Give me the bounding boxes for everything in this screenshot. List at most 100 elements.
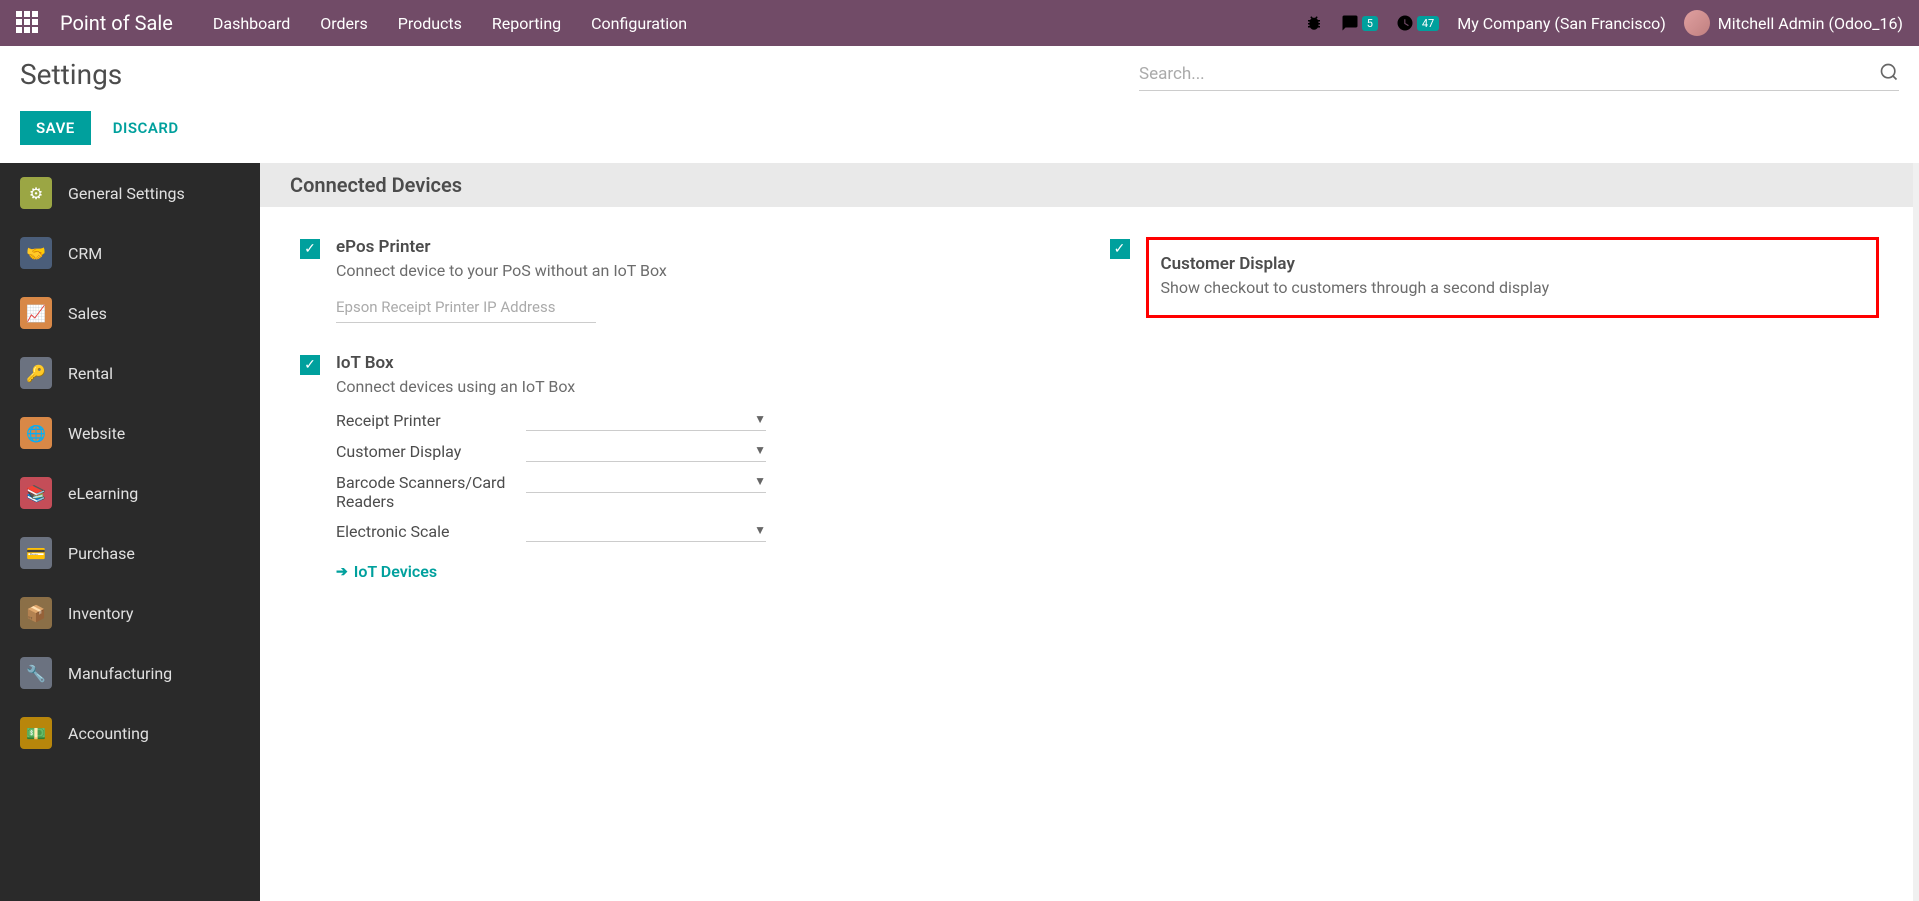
setting-iotbox: ✓ IoT Box Connect devices using an IoT B…: [300, 353, 1070, 581]
iot-row-scale: Electronic Scale ▼: [336, 519, 1070, 542]
nav-dashboard[interactable]: Dashboard: [213, 14, 290, 33]
nav-reporting[interactable]: Reporting: [492, 14, 561, 33]
sidebar-label: Inventory: [68, 604, 134, 623]
content-area: Connected Devices ✓ ePos Printer Connect…: [260, 163, 1919, 901]
setting-info: ePos Printer Connect device to your PoS …: [336, 237, 1070, 323]
chevron-down-icon: ▼: [754, 412, 766, 426]
nav-products[interactable]: Products: [398, 14, 462, 33]
app-title[interactable]: Point of Sale: [60, 11, 173, 35]
sidebar: ⚙ General Settings 🤝 CRM 📈 Sales 🔑 Renta…: [0, 163, 260, 901]
settings-col-left: ✓ ePos Printer Connect device to your Po…: [300, 237, 1070, 611]
action-buttons: SAVE DISCARD: [20, 111, 1899, 163]
barcode-select[interactable]: ▼: [526, 470, 766, 493]
nav-menu: Dashboard Orders Products Reporting Conf…: [213, 14, 687, 33]
book-icon: 📚: [20, 477, 52, 509]
avatar: [1684, 10, 1710, 36]
iot-devices-link[interactable]: ➔ IoT Devices: [336, 562, 1070, 581]
link-label: IoT Devices: [354, 562, 437, 581]
iot-row-barcode: Barcode Scanners/Card Readers ▼: [336, 470, 1070, 511]
sidebar-item-rental[interactable]: 🔑 Rental: [0, 343, 260, 403]
key-icon: 🔑: [20, 357, 52, 389]
chart-icon: 📈: [20, 297, 52, 329]
sidebar-label: General Settings: [68, 184, 185, 203]
sidebar-item-manufacturing[interactable]: 🔧 Manufacturing: [0, 643, 260, 703]
sidebar-label: Manufacturing: [68, 664, 172, 683]
sidebar-label: CRM: [68, 244, 102, 263]
chat-badge: 5: [1362, 16, 1378, 31]
settings-content: ✓ ePos Printer Connect device to your Po…: [260, 207, 1919, 641]
arrow-right-icon: ➔: [336, 564, 348, 580]
setting-title: ePos Printer: [336, 237, 1070, 257]
sidebar-item-website[interactable]: 🌐 Website: [0, 403, 260, 463]
sidebar-item-sales[interactable]: 📈 Sales: [0, 283, 260, 343]
money-icon: 💵: [20, 717, 52, 749]
setting-epos: ✓ ePos Printer Connect device to your Po…: [300, 237, 1070, 323]
chevron-down-icon: ▼: [754, 523, 766, 537]
sidebar-label: eLearning: [68, 484, 138, 503]
setting-title: IoT Box: [336, 353, 1070, 373]
scrollbar[interactable]: [1913, 163, 1919, 901]
globe-icon: 🌐: [20, 417, 52, 449]
sidebar-label: Accounting: [68, 724, 149, 743]
sidebar-label: Website: [68, 424, 125, 443]
search-icon[interactable]: [1879, 62, 1899, 87]
sidebar-item-elearning[interactable]: 📚 eLearning: [0, 463, 260, 523]
chevron-down-icon: ▼: [754, 474, 766, 488]
company-selector[interactable]: My Company (San Francisco): [1457, 14, 1666, 33]
user-menu[interactable]: Mitchell Admin (Odoo_16): [1684, 10, 1903, 36]
iot-row-receipt: Receipt Printer ▼: [336, 408, 1070, 431]
sidebar-item-accounting[interactable]: 💵 Accounting: [0, 703, 260, 763]
iot-label: Barcode Scanners/Card Readers: [336, 470, 526, 511]
gear-icon: ⚙: [20, 177, 52, 209]
bug-icon[interactable]: [1305, 14, 1323, 32]
iot-label: Electronic Scale: [336, 519, 526, 541]
setting-info: IoT Box Connect devices using an IoT Box…: [336, 353, 1070, 581]
iot-fields: Receipt Printer ▼ Customer Display ▼: [336, 408, 1070, 542]
sidebar-item-general[interactable]: ⚙ General Settings: [0, 163, 260, 223]
sidebar-label: Sales: [68, 304, 107, 323]
wrench-icon: 🔧: [20, 657, 52, 689]
settings-col-right: ✓ Customer Display Show checkout to cust…: [1110, 237, 1880, 611]
main-layout: ⚙ General Settings 🤝 CRM 📈 Sales 🔑 Renta…: [0, 163, 1919, 901]
discard-button[interactable]: DISCARD: [103, 111, 189, 145]
clock-badge: 47: [1417, 16, 1439, 31]
box-icon: 📦: [20, 597, 52, 629]
top-navigation: Point of Sale Dashboard Orders Products …: [0, 0, 1919, 46]
section-header: Connected Devices: [260, 163, 1919, 207]
setting-customer-display: ✓ Customer Display Show checkout to cust…: [1110, 237, 1880, 318]
receipt-printer-select[interactable]: ▼: [526, 408, 766, 431]
handshake-icon: 🤝: [20, 237, 52, 269]
card-icon: 💳: [20, 537, 52, 569]
user-name: Mitchell Admin (Odoo_16): [1718, 14, 1903, 33]
epos-ip-input[interactable]: [336, 292, 596, 323]
sidebar-item-crm[interactable]: 🤝 CRM: [0, 223, 260, 283]
sidebar-label: Purchase: [68, 544, 135, 563]
nav-configuration[interactable]: Configuration: [591, 14, 687, 33]
sidebar-label: Rental: [68, 364, 113, 383]
iot-label: Customer Display: [336, 439, 526, 461]
iot-row-display: Customer Display ▼: [336, 439, 1070, 462]
sidebar-item-purchase[interactable]: 💳 Purchase: [0, 523, 260, 583]
setting-title: Customer Display: [1161, 254, 1865, 274]
search-container: [1139, 58, 1899, 91]
checkbox-iotbox[interactable]: ✓: [300, 355, 320, 375]
checkbox-epos[interactable]: ✓: [300, 239, 320, 259]
sidebar-item-inventory[interactable]: 📦 Inventory: [0, 583, 260, 643]
checkbox-customer-display[interactable]: ✓: [1110, 239, 1130, 259]
setting-desc: Connect devices using an IoT Box: [336, 377, 1070, 396]
search-input[interactable]: [1139, 58, 1879, 90]
highlight-box: Customer Display Show checkout to custom…: [1146, 237, 1880, 318]
chat-icon[interactable]: 5: [1341, 14, 1378, 32]
setting-desc: Connect device to your PoS without an Io…: [336, 261, 1070, 280]
save-button[interactable]: SAVE: [20, 111, 91, 145]
nav-orders[interactable]: Orders: [320, 14, 367, 33]
apps-icon[interactable]: [16, 11, 40, 35]
iot-label: Receipt Printer: [336, 408, 526, 430]
setting-desc: Show checkout to customers through a sec…: [1161, 278, 1865, 297]
nav-right: 5 47 My Company (San Francisco) Mitchell…: [1305, 10, 1903, 36]
clock-icon[interactable]: 47: [1396, 14, 1439, 32]
customer-display-select[interactable]: ▼: [526, 439, 766, 462]
chevron-down-icon: ▼: [754, 443, 766, 457]
settings-header: Settings SAVE DISCARD: [0, 46, 1919, 163]
scale-select[interactable]: ▼: [526, 519, 766, 542]
